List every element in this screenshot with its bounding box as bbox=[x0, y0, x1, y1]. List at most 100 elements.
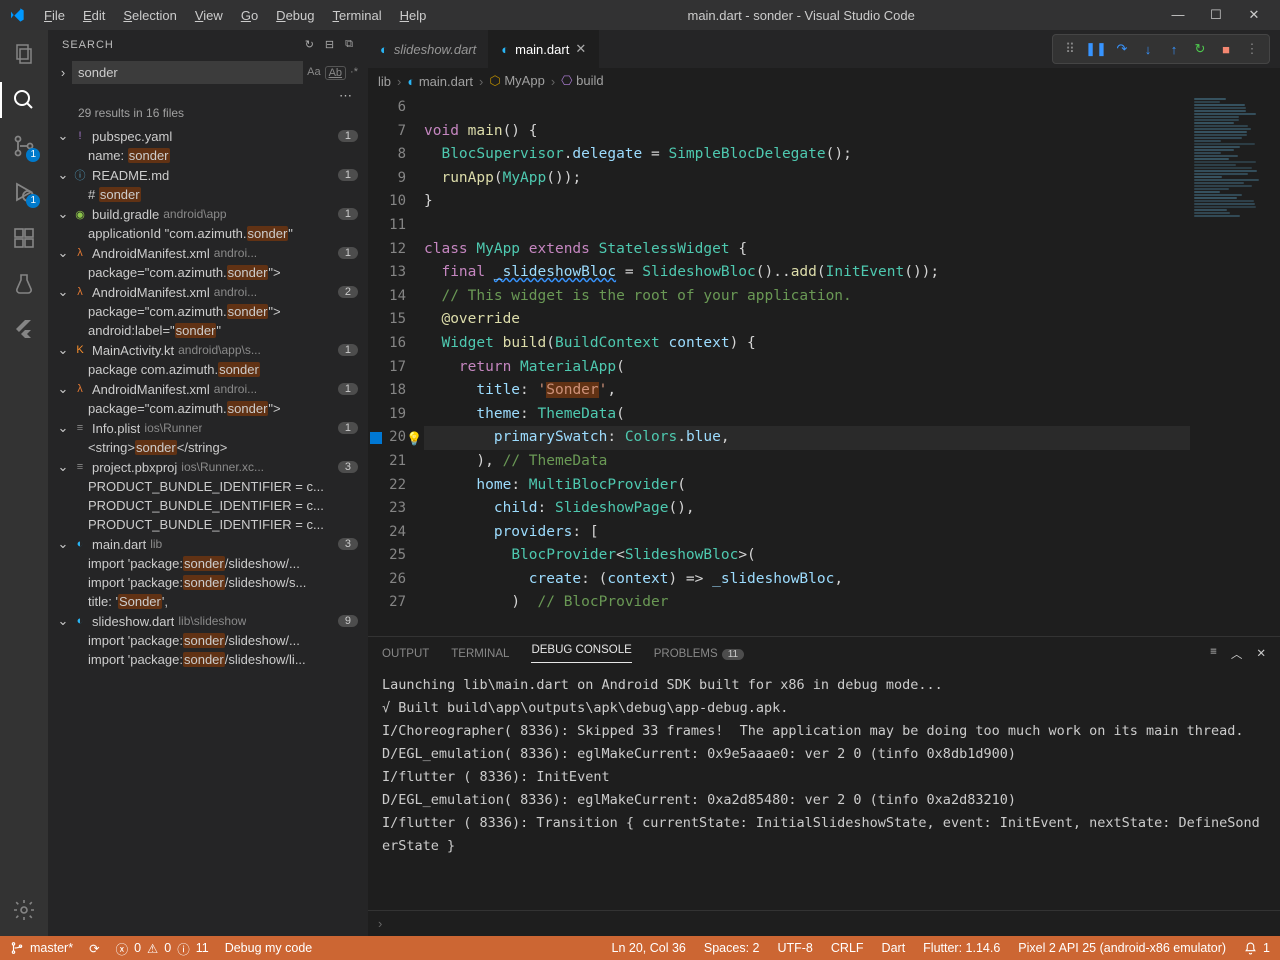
match-case-icon[interactable]: Aa bbox=[307, 66, 320, 80]
drag-handle-icon[interactable]: ⠿ bbox=[1059, 38, 1081, 60]
debug-console-input[interactable]: › bbox=[368, 910, 1280, 936]
explorer-icon[interactable] bbox=[10, 40, 38, 68]
panel-filter-icon[interactable]: ≡ bbox=[1210, 646, 1217, 662]
breadcrumb-item[interactable]: lib bbox=[378, 74, 391, 89]
status-encoding[interactable]: UTF-8 bbox=[777, 941, 812, 955]
search-match-row[interactable]: import 'package:sonder/slideshow/... bbox=[48, 631, 368, 650]
status-notifications[interactable]: 1 bbox=[1244, 941, 1270, 955]
status-branch[interactable]: master* bbox=[10, 941, 73, 955]
stop-icon[interactable]: ■ bbox=[1215, 38, 1237, 60]
panel-close-icon[interactable]: ✕ bbox=[1256, 646, 1266, 662]
search-match-row[interactable]: title: 'Sonder', bbox=[48, 592, 368, 611]
menu-terminal[interactable]: Terminal bbox=[324, 4, 389, 27]
collapse-icon[interactable]: ⧉ bbox=[345, 38, 354, 51]
debug-more-icon[interactable]: ⋮ bbox=[1241, 38, 1263, 60]
regex-icon[interactable]: ·* bbox=[350, 66, 358, 80]
search-file-row[interactable]: ⌄!pubspec.yaml1 bbox=[48, 126, 368, 146]
search-file-row[interactable]: ⌄◐main.dartlib3 bbox=[48, 534, 368, 554]
status-sync[interactable]: ⟳ bbox=[89, 941, 99, 956]
flutter-icon[interactable] bbox=[10, 316, 38, 344]
search-match-row[interactable]: package="com.azimuth.sonder"> bbox=[48, 263, 368, 282]
status-launch-config[interactable]: Debug my code bbox=[225, 941, 313, 955]
menu-view[interactable]: View bbox=[187, 4, 231, 27]
debug-toolbar[interactable]: ⠿ ❚❚ ↷ ↓ ↑ ↻ ■ ⋮ bbox=[1052, 34, 1270, 64]
restart-icon[interactable]: ↻ bbox=[1189, 38, 1211, 60]
toggle-search-details[interactable]: ⋯ bbox=[48, 86, 368, 106]
menu-selection[interactable]: Selection bbox=[115, 4, 184, 27]
step-over-icon[interactable]: ↷ bbox=[1111, 38, 1133, 60]
panel-tab-output[interactable]: OUTPUT bbox=[382, 648, 429, 660]
search-match-row[interactable]: name: sonder bbox=[48, 146, 368, 165]
editor-tab[interactable]: ◐slideshow.dart bbox=[368, 30, 489, 68]
search-match-row[interactable]: import 'package:sonder/slideshow/... bbox=[48, 554, 368, 573]
step-out-icon[interactable]: ↑ bbox=[1163, 38, 1185, 60]
editor-tab[interactable]: ◐main.dart✕ bbox=[489, 30, 599, 68]
search-match-row[interactable]: <string>sonder</string> bbox=[48, 438, 368, 457]
search-match-row[interactable]: package="com.azimuth.sonder"> bbox=[48, 399, 368, 418]
whole-word-icon[interactable]: Ab bbox=[325, 66, 346, 80]
results-summary: 29 results in 16 files bbox=[48, 106, 368, 126]
search-file-row[interactable]: ⌄≡Info.plistios\Runner1 bbox=[48, 418, 368, 438]
search-match-row[interactable]: PRODUCT_BUNDLE_IDENTIFIER = c... bbox=[48, 477, 368, 496]
breadcrumb-item[interactable]: ◐ main.dart bbox=[407, 74, 473, 89]
maximize-button[interactable]: ☐ bbox=[1206, 7, 1226, 23]
minimize-button[interactable]: ― bbox=[1168, 7, 1188, 23]
status-flutter[interactable]: Flutter: 1.14.6 bbox=[923, 941, 1000, 955]
pause-icon[interactable]: ❚❚ bbox=[1085, 38, 1107, 60]
status-device[interactable]: Pixel 2 API 25 (android-x86 emulator) bbox=[1018, 941, 1226, 955]
search-match-row[interactable]: import 'package:sonder/slideshow/s... bbox=[48, 573, 368, 592]
step-into-icon[interactable]: ↓ bbox=[1137, 38, 1159, 60]
refresh-icon[interactable]: ↻ bbox=[305, 38, 315, 51]
clear-icon[interactable]: ⊟ bbox=[325, 38, 335, 51]
breadcrumb[interactable]: lib›◐ main.dart›⬡ MyApp›⎔ build bbox=[368, 68, 1280, 94]
status-language[interactable]: Dart bbox=[882, 941, 906, 955]
search-sidebar: SEARCH ↻ ⊟ ⧉ › Aa Ab ·* ⋯ 29 results in … bbox=[48, 30, 368, 936]
run-debug-icon[interactable]: 1 bbox=[10, 178, 38, 206]
search-match-row[interactable]: PRODUCT_BUNDLE_IDENTIFIER = c... bbox=[48, 496, 368, 515]
status-cursor[interactable]: Ln 20, Col 36 bbox=[612, 941, 686, 955]
menu-edit[interactable]: Edit bbox=[75, 4, 113, 27]
code-content[interactable]: void main() { BlocSupervisor.delegate = … bbox=[424, 94, 1190, 636]
breadcrumb-item[interactable]: ⎔ build bbox=[561, 73, 603, 89]
search-file-row[interactable]: ⌄◐slideshow.dartlib\slideshow9 bbox=[48, 611, 368, 631]
search-file-row[interactable]: ⌄λAndroidManifest.xmlandroi...1 bbox=[48, 243, 368, 263]
search-match-row[interactable]: PRODUCT_BUNDLE_IDENTIFIER = c... bbox=[48, 515, 368, 534]
search-icon[interactable] bbox=[10, 86, 38, 114]
debug-console-output[interactable]: Launching lib\main.dart on Android SDK b… bbox=[368, 670, 1280, 910]
search-match-row[interactable]: package com.azimuth.sonder bbox=[48, 360, 368, 379]
menu-go[interactable]: Go bbox=[233, 4, 266, 27]
close-button[interactable]: ✕ bbox=[1244, 7, 1264, 23]
test-icon[interactable] bbox=[10, 270, 38, 298]
search-file-row[interactable]: ⌄λAndroidManifest.xmlandroi...2 bbox=[48, 282, 368, 302]
search-match-row[interactable]: applicationId "com.azimuth.sonder" bbox=[48, 224, 368, 243]
menu-file[interactable]: File bbox=[36, 4, 73, 27]
search-match-row[interactable]: import 'package:sonder/slideshow/li... bbox=[48, 650, 368, 669]
search-match-row[interactable]: android:label="sonder" bbox=[48, 321, 368, 340]
search-results[interactable]: ⌄!pubspec.yaml1name: sonder⌄ⓘREADME.md1#… bbox=[48, 126, 368, 936]
minimap[interactable] bbox=[1190, 94, 1280, 636]
menu-debug[interactable]: Debug bbox=[268, 4, 322, 27]
settings-gear-icon[interactable] bbox=[10, 896, 38, 924]
search-file-row[interactable]: ⌄λAndroidManifest.xmlandroi...1 bbox=[48, 379, 368, 399]
panel-tab-problems[interactable]: PROBLEMS11 bbox=[654, 648, 744, 660]
extensions-icon[interactable] bbox=[10, 224, 38, 252]
menu-help[interactable]: Help bbox=[392, 4, 435, 27]
search-file-row[interactable]: ⌄ⓘREADME.md1 bbox=[48, 165, 368, 185]
panel-tabs: OUTPUTTERMINALDEBUG CONSOLEPROBLEMS11 ≡ … bbox=[368, 637, 1280, 670]
search-file-row[interactable]: ⌄≡project.pbxprojios\Runner.xc...3 bbox=[48, 457, 368, 477]
source-control-icon[interactable]: 1 bbox=[10, 132, 38, 160]
status-eol[interactable]: CRLF bbox=[831, 941, 864, 955]
status-indent[interactable]: Spaces: 2 bbox=[704, 941, 760, 955]
editor-body[interactable]: 67891011121314151617181920💡2122232425262… bbox=[368, 94, 1280, 636]
status-problems[interactable]: ⓧ0 ⚠0 ⓘ11 bbox=[116, 939, 209, 958]
expand-search-icon[interactable]: › bbox=[54, 65, 72, 80]
panel-maximize-icon[interactable]: ︿ bbox=[1231, 646, 1243, 662]
search-file-row[interactable]: ⌄◉build.gradleandroid\app1 bbox=[48, 204, 368, 224]
breadcrumb-item[interactable]: ⬡ MyApp bbox=[489, 73, 544, 89]
panel-tab-terminal[interactable]: TERMINAL bbox=[451, 648, 509, 660]
search-match-row[interactable]: # sonder bbox=[48, 185, 368, 204]
search-file-row[interactable]: ⌄KMainActivity.ktandroid\app\s...1 bbox=[48, 340, 368, 360]
search-input[interactable] bbox=[72, 61, 303, 84]
panel-tab-debug-console[interactable]: DEBUG CONSOLE bbox=[531, 644, 631, 663]
search-match-row[interactable]: package="com.azimuth.sonder"> bbox=[48, 302, 368, 321]
